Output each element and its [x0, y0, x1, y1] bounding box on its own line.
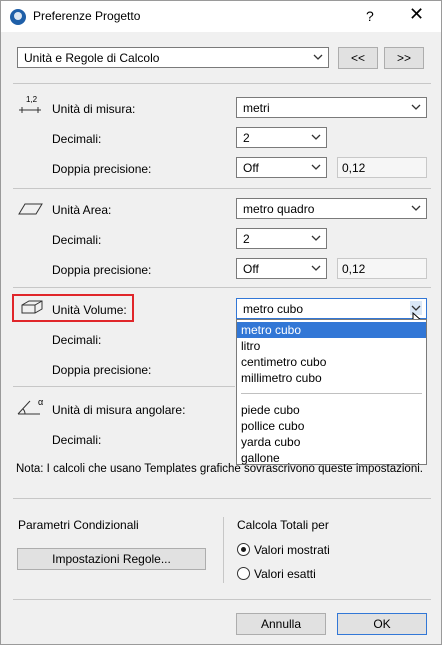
chevron-down-icon	[410, 201, 422, 215]
volume-option-piede-cubo[interactable]: piede cubo	[237, 402, 426, 418]
area-decimals-select[interactable]: 2	[236, 228, 327, 249]
length-double-precision-value: Off	[243, 161, 259, 175]
totals-title: Calcola Totali per	[237, 518, 329, 532]
volume-decimals-label: Decimali:	[52, 333, 102, 347]
length-icon-label: 1,2	[26, 95, 38, 104]
volume-double-precision-label: Doppia precisione:	[52, 363, 152, 377]
volume-units-select[interactable]: metro cubo	[236, 298, 427, 319]
area-decimals-label: Decimali:	[52, 233, 102, 247]
vertical-divider	[223, 517, 224, 583]
length-double-precision-select[interactable]: Off	[236, 157, 327, 178]
volume-units-dropdown: metro cubo litro centimetro cubo millime…	[236, 319, 427, 465]
divider	[13, 83, 431, 84]
dropdown-divider	[241, 393, 422, 394]
volume-option-millimetro-cubo[interactable]: millimetro cubo	[237, 370, 426, 386]
area-units-value: metro quadro	[243, 202, 315, 216]
area-units-label: Unità Area:	[52, 203, 112, 217]
area-decimals-value: 2	[243, 232, 250, 246]
length-decimals-label: Decimali:	[52, 132, 102, 146]
preferences-dialog: Preferenze Progetto ? ✕ Unità e Regole d…	[0, 0, 442, 645]
length-double-precision-value-field: 0,12	[337, 157, 427, 178]
divider	[13, 386, 235, 387]
chevron-down-icon	[310, 261, 322, 275]
area-units-icon	[18, 202, 44, 216]
length-decimals-value: 2	[243, 131, 250, 145]
angle-units-label: Unità di misura angolare:	[52, 403, 186, 417]
area-double-precision-select[interactable]: Off	[236, 258, 327, 279]
window-title: Preferenze Progetto	[33, 9, 141, 23]
volume-option-metro-cubo[interactable]: metro cubo	[237, 322, 426, 338]
radio-exact-values[interactable]	[237, 567, 250, 580]
calculation-note: Nota: I calcoli che usano Templates graf…	[16, 463, 423, 475]
area-double-precision-value: Off	[243, 262, 259, 276]
divider	[13, 188, 431, 189]
volume-option-centimetro-cubo[interactable]: centimetro cubo	[237, 354, 426, 370]
radio-shown-values-label: Valori mostrati	[254, 543, 330, 557]
volume-option-yarda-cubo[interactable]: yarda cubo	[237, 434, 426, 450]
area-double-precision-label: Doppia precisione:	[52, 263, 152, 277]
preference-page-value: Unità e Regole di Calcolo	[24, 51, 160, 65]
ok-button[interactable]: OK	[337, 613, 427, 635]
angle-decimals-label: Decimali:	[52, 433, 102, 447]
length-decimals-select[interactable]: 2	[236, 127, 327, 148]
previous-page-button[interactable]: <<	[338, 47, 378, 69]
radio-exact-values-label: Valori esatti	[254, 567, 316, 581]
chevron-down-icon	[312, 50, 324, 64]
length-units-value: metri	[243, 101, 270, 115]
divider	[13, 498, 431, 499]
divider	[13, 287, 431, 288]
volume-units-label: Unità Volume:	[52, 303, 127, 317]
volume-option-pollice-cubo[interactable]: pollice cubo	[237, 418, 426, 434]
angle-icon-label: α	[38, 397, 44, 407]
help-button[interactable]: ?	[366, 8, 374, 24]
chevron-down-icon	[310, 130, 322, 144]
next-page-button[interactable]: >>	[384, 47, 424, 69]
radio-shown-values[interactable]	[237, 543, 250, 556]
divider	[13, 599, 431, 600]
area-double-precision-value-field: 0,12	[337, 258, 427, 279]
chevron-down-icon	[410, 100, 422, 114]
volume-units-value: metro cubo	[243, 302, 304, 316]
close-button[interactable]: ✕	[409, 5, 424, 23]
length-units-select[interactable]: metri	[236, 97, 427, 118]
chevron-down-icon	[310, 160, 322, 174]
length-units-label: Unità di misura:	[52, 102, 136, 116]
area-units-select[interactable]: metro quadro	[236, 198, 427, 219]
archicad-app-icon	[10, 9, 26, 25]
cancel-button[interactable]: Annulla	[236, 613, 326, 635]
volume-units-icon	[20, 299, 44, 315]
title-bar: Preferenze Progetto ? ✕	[1, 1, 441, 32]
length-double-precision-label: Doppia precisione:	[52, 162, 152, 176]
conditional-params-title: Parametri Condizionali	[18, 518, 139, 532]
volume-option-litro[interactable]: litro	[237, 338, 426, 354]
preference-page-select[interactable]: Unità e Regole di Calcolo	[17, 47, 329, 68]
rule-settings-button[interactable]: Impostazioni Regole...	[17, 548, 206, 570]
chevron-down-icon	[310, 231, 322, 245]
